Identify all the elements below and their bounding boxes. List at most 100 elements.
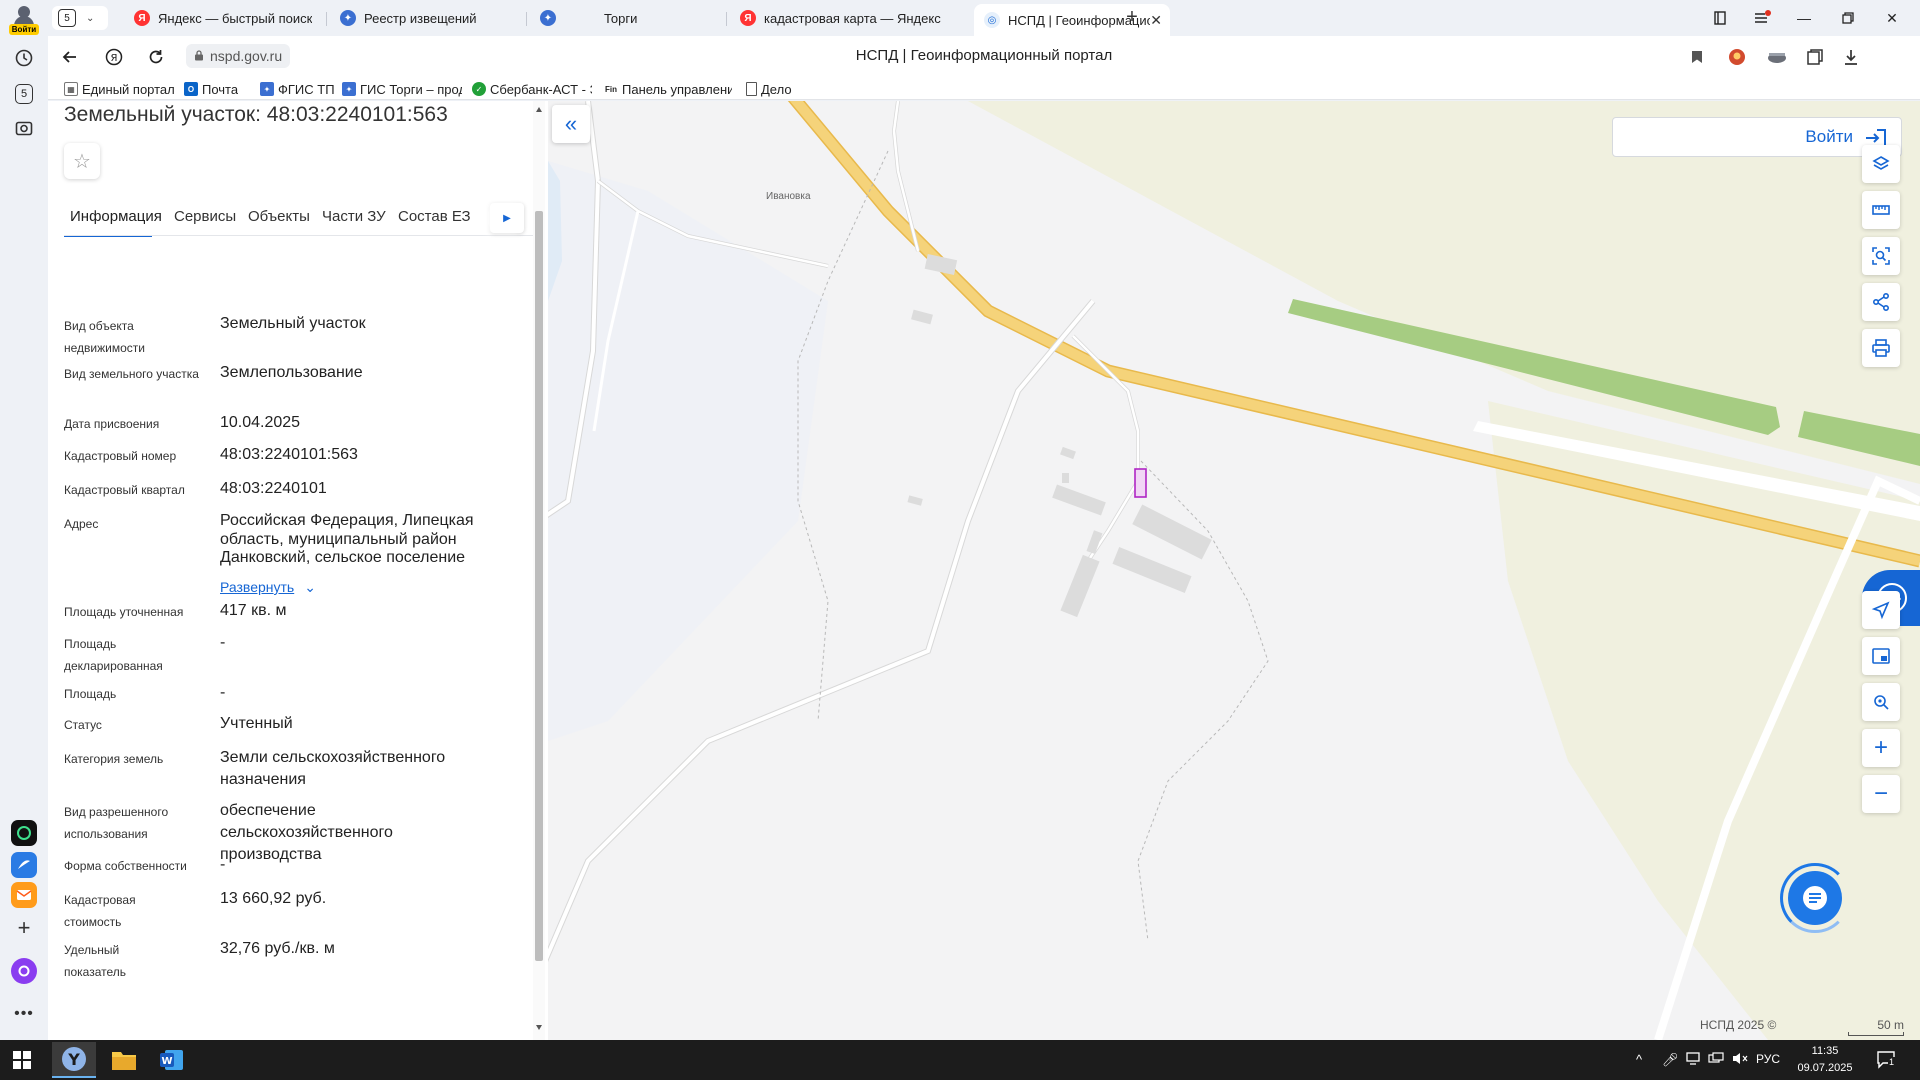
start-button[interactable]: [0, 1042, 44, 1078]
minimap-button[interactable]: [1862, 637, 1900, 675]
expand-address-link[interactable]: Развернуть ⌄: [220, 579, 316, 596]
tray-chevron-icon[interactable]: ^: [1636, 1052, 1642, 1067]
reload-icon[interactable]: [144, 45, 168, 69]
tab-notices-registry[interactable]: ✦ Реестр извещений: [330, 4, 525, 32]
search-by-point-button[interactable]: [1862, 683, 1900, 721]
tab-separator: [726, 12, 727, 26]
close-tab-icon[interactable]: ✕: [1150, 12, 1162, 29]
clock-time: 11:35: [1811, 1045, 1839, 1057]
scale-bar: [1848, 1032, 1904, 1036]
login-button[interactable]: Войти: [1612, 117, 1902, 157]
add-app-icon[interactable]: +: [10, 914, 38, 942]
field-value: 10.04.2025: [220, 414, 301, 431]
share-icon: [1872, 292, 1890, 312]
zoom-out-button[interactable]: −: [1862, 775, 1900, 813]
taskbar-yandex-browser[interactable]: Y: [52, 1042, 96, 1078]
collapse-panel-button[interactable]: «: [552, 105, 590, 143]
tab-objects[interactable]: Объекты: [248, 205, 310, 237]
profile-login-badge[interactable]: Войти: [9, 24, 39, 35]
field-label: Форма собственности: [64, 859, 187, 873]
bookmark-sberbank-ast[interactable]: ✓ Сбербанк-АСТ - Э: [472, 80, 592, 98]
restore-window-button[interactable]: [1834, 6, 1862, 30]
double-chevron-left-icon: «: [564, 111, 578, 136]
field-label: Удельный показатель: [64, 943, 127, 979]
bookmark-control-panel[interactable]: Fin Панель управлени: [604, 80, 732, 98]
panel-scrollbar[interactable]: [533, 101, 545, 1040]
area-search-button[interactable]: [1862, 237, 1900, 275]
map-base-layer: [548, 101, 1920, 1040]
bookmark-gosuslugi[interactable]: ▦ Единый портал: [64, 80, 175, 98]
tab-torgi[interactable]: ✦ Торги: [530, 4, 725, 32]
close-window-button[interactable]: ✕: [1878, 6, 1906, 30]
history-icon[interactable]: [10, 44, 38, 72]
bookmark-icon[interactable]: [1684, 45, 1710, 69]
taskbar-word[interactable]: W: [150, 1042, 194, 1078]
tabs-count-button[interactable]: 5: [10, 80, 38, 108]
tab-strip: 5 ⌄ Я Яндекс — быстрый поиск ✦ Реестр из…: [48, 0, 1920, 36]
alice-app-icon[interactable]: [11, 820, 37, 846]
menu-icon[interactable]: [1748, 6, 1776, 30]
area-search-icon: [1872, 247, 1890, 265]
bookmark-gis-torgi[interactable]: ✦ ГИС Торги – прод: [342, 80, 462, 98]
mail-app-icon[interactable]: [11, 882, 37, 908]
screenshot-icon[interactable]: [10, 114, 38, 142]
field-label: Площадь уточненная: [64, 605, 184, 619]
tray-language[interactable]: РУС: [1756, 1052, 1780, 1066]
tab-composition[interactable]: Состав ЕЗ: [398, 205, 498, 237]
more-icon[interactable]: •••: [10, 1000, 38, 1028]
collections-icon[interactable]: [1802, 45, 1828, 69]
bookmarks-panel-icon[interactable]: [1706, 6, 1734, 30]
layers-icon: [1872, 156, 1890, 170]
field-value: 417 кв. м: [220, 602, 287, 619]
tab-counter[interactable]: 5 ⌄: [52, 6, 108, 30]
scroll-up-arrow[interactable]: [536, 107, 542, 112]
favorite-star-button[interactable]: ☆: [64, 143, 100, 179]
minimize-window-button[interactable]: —: [1790, 6, 1818, 30]
yandex-home-icon[interactable]: Я: [102, 45, 126, 69]
tabs-scroll-right-button[interactable]: ▶: [490, 203, 524, 233]
scroll-thumb[interactable]: [535, 211, 543, 961]
taskbar-file-explorer[interactable]: [102, 1042, 146, 1078]
downloads-icon[interactable]: [1838, 45, 1864, 69]
tab-counter-number: 5: [58, 9, 76, 27]
star-icon: ☆: [73, 150, 91, 173]
vpn-extension-icon[interactable]: [1764, 45, 1790, 69]
tab-yandex-search[interactable]: Я Яндекс — быстрый поиск: [124, 4, 324, 32]
measure-button[interactable]: [1862, 191, 1900, 229]
bookmark-fgis-tp[interactable]: ✦ ФГИС ТП: [260, 80, 335, 98]
tab-information[interactable]: Информация: [64, 205, 162, 237]
new-tab-button[interactable]: +: [1120, 6, 1144, 30]
notifications-button[interactable]: 1: [1876, 1049, 1896, 1072]
alice-assistant-icon[interactable]: [11, 958, 37, 984]
tab-cadastral-map-yandex[interactable]: Я кадастровая карта — Яндекс: [730, 4, 972, 32]
yandex-icon: Я: [740, 10, 756, 26]
tray-volume-icon[interactable]: [1732, 1052, 1748, 1068]
outlook-icon: O: [184, 82, 198, 96]
tab-parts[interactable]: Части ЗУ: [322, 205, 386, 237]
back-button[interactable]: [58, 45, 82, 69]
field-label: Адрес: [64, 517, 99, 531]
messenger-app-icon[interactable]: [11, 852, 37, 878]
layers-button[interactable]: [1862, 145, 1900, 183]
url-field[interactable]: nspd.gov.ru: [186, 44, 291, 68]
geolocate-button[interactable]: [1862, 591, 1900, 629]
extension-icon[interactable]: [1724, 45, 1750, 69]
zoom-in-button[interactable]: +: [1862, 729, 1900, 767]
bookmark-delo[interactable]: Дело: [746, 80, 792, 98]
print-button[interactable]: [1862, 329, 1900, 367]
field-value: -: [220, 684, 226, 701]
share-button[interactable]: [1862, 283, 1900, 321]
map-canvas[interactable]: Ивановка « Войти + − НСПД 2025 © 50 m: [548, 101, 1920, 1040]
bookmark-mail[interactable]: O Почта: [184, 80, 238, 98]
tray-clock[interactable]: 11:35 09.07.2025: [1790, 1043, 1860, 1077]
tray-mic-icon[interactable]: 🎤︎: [1662, 1052, 1679, 1068]
profile-avatar[interactable]: Войти: [6, 4, 42, 35]
chat-support-button[interactable]: [1780, 863, 1850, 933]
tray-network-icon[interactable]: [1708, 1052, 1724, 1068]
selected-parcel[interactable]: [1134, 468, 1147, 498]
tab-title: Реестр извещений: [364, 10, 477, 26]
bookmark-label: Почта: [202, 81, 239, 97]
tray-screen-icon[interactable]: [1686, 1052, 1700, 1068]
scroll-down-arrow[interactable]: [536, 1025, 542, 1030]
tab-services[interactable]: Сервисы: [174, 205, 236, 237]
